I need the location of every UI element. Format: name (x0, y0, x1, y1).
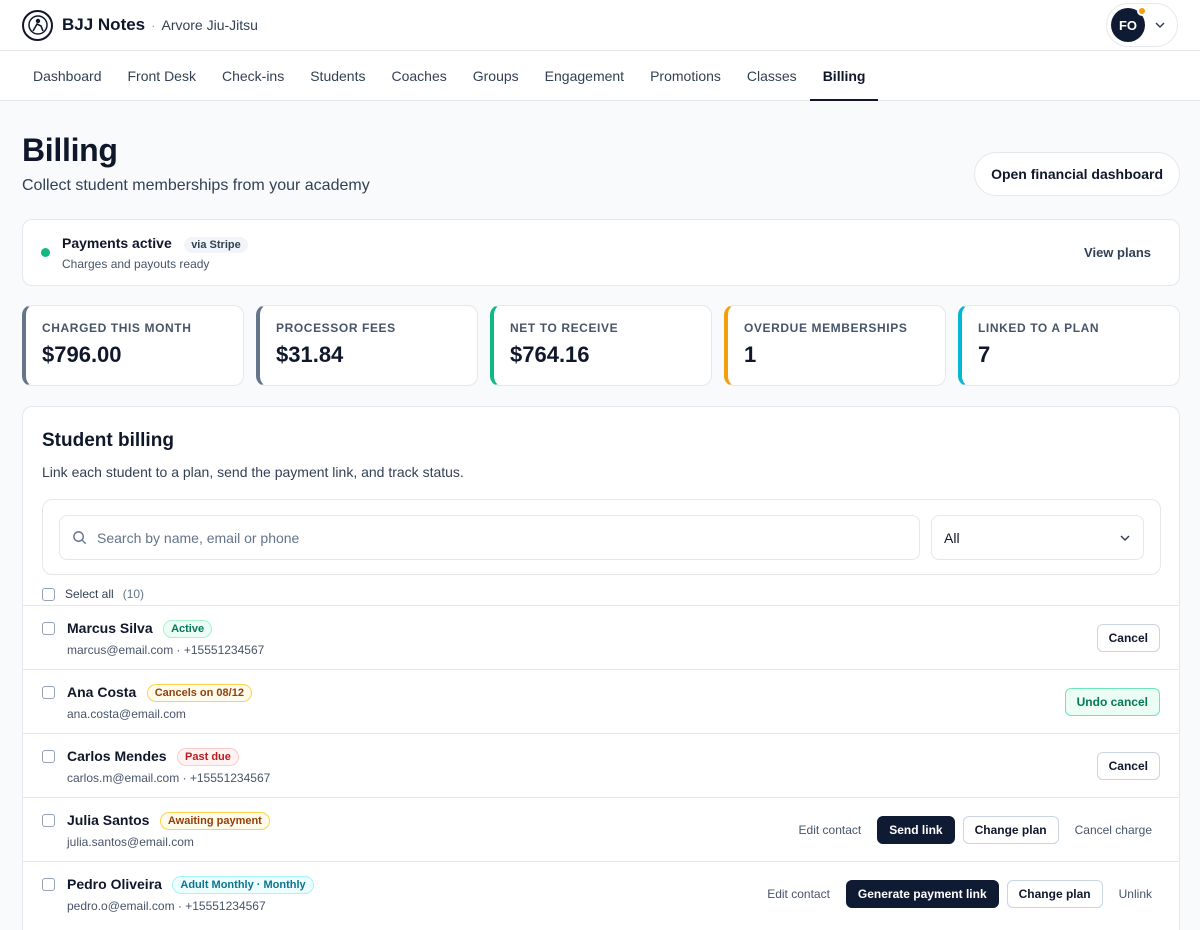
tab-billing[interactable]: Billing (809, 51, 879, 101)
status-filter-select[interactable]: All (931, 515, 1144, 560)
stat-charged-this-month: CHARGED THIS MONTH $796.00 (22, 305, 244, 386)
cancel-charge-button[interactable]: Cancel charge (1067, 823, 1160, 837)
send-link-button[interactable]: Send link (877, 815, 955, 844)
page-header: Billing Collect student memberships from… (22, 132, 370, 195)
search-icon (73, 531, 87, 545)
view-plans-link[interactable]: View plans (1084, 245, 1151, 260)
student-row: Julia Santos Awaiting payment julia.sant… (23, 797, 1179, 861)
stat-label: LINKED TO A PLAN (978, 321, 1100, 335)
tab-dashboard[interactable]: Dashboard (20, 51, 115, 100)
row-checkbox[interactable] (42, 622, 55, 635)
student-contact: carlos.m@email.com · +15551234567 (67, 771, 271, 785)
stat-net-to-receive: NET TO RECEIVE $764.16 (490, 305, 712, 386)
unlink-button[interactable]: Unlink (1111, 887, 1160, 901)
edit-contact-button[interactable]: Edit contact (791, 823, 870, 837)
open-financial-dashboard-button[interactable]: Open financial dashboard (974, 152, 1180, 196)
notification-dot (1137, 6, 1147, 16)
student-row: Carlos Mendes Past due carlos.m@email.co… (23, 733, 1179, 797)
row-checkbox[interactable] (42, 878, 55, 891)
stat-value: 7 (978, 342, 991, 367)
student-name: Julia Santos (67, 812, 150, 828)
change-plan-button[interactable]: Change plan (1006, 879, 1103, 908)
search-input[interactable] (97, 529, 877, 546)
avatar[interactable]: FO (1111, 6, 1147, 42)
main-nav: Dashboard Front Desk Check-ins Students … (0, 51, 1200, 101)
avatar-initials: FO (1118, 17, 1138, 33)
stats-row: CHARGED THIS MONTH $796.00 PROCESSOR FEE… (22, 305, 1180, 386)
select-all-checkbox[interactable] (42, 587, 55, 601)
page-title: Billing (22, 132, 118, 168)
cancel-button[interactable]: Cancel (1096, 623, 1160, 652)
student-row: Ana Costa Cancels on 08/12 ana.costa@ema… (23, 669, 1179, 733)
payments-status-title: Payments active (62, 234, 172, 251)
cancel-button[interactable]: Cancel (1096, 751, 1160, 780)
student-name: Carlos Mendes (67, 748, 167, 764)
student-count: (10) (122, 587, 145, 601)
stat-processor-fees: PROCESSOR FEES $31.84 (256, 305, 478, 386)
student-row: Marcus Silva Active marcus@email.com · +… (23, 605, 1179, 669)
stat-overdue-memberships: OVERDUE MEMBERSHIPS 1 (724, 305, 946, 386)
row-checkbox[interactable] (42, 750, 55, 763)
status-indicator-icon (41, 248, 50, 257)
stat-label: PROCESSOR FEES (276, 321, 396, 335)
tab-students[interactable]: Students (297, 51, 378, 100)
student-contact: marcus@email.com · +15551234567 (67, 643, 265, 657)
academy-name: Arvore Jiu-Jitsu (161, 17, 258, 33)
section-subtitle: Link each student to a plan, send the pa… (42, 464, 464, 480)
stat-label: CHARGED THIS MONTH (42, 321, 192, 335)
generate-payment-link-button[interactable]: Generate payment link (845, 879, 999, 908)
chevron-down-icon (1120, 534, 1130, 541)
student-name: Pedro Oliveira (67, 876, 162, 892)
tab-coaches[interactable]: Coaches (378, 51, 459, 100)
stat-value: $31.84 (276, 342, 344, 367)
student-contact: julia.santos@email.com (67, 835, 194, 849)
stat-label: OVERDUE MEMBERSHIPS (744, 321, 908, 335)
tab-groups[interactable]: Groups (460, 51, 532, 100)
provider-badge: via Stripe (184, 236, 248, 253)
student-row: Pedro Oliveira Adult Monthly · Monthly p… (23, 861, 1179, 925)
row-checkbox[interactable] (42, 814, 55, 827)
status-filter-value: All (944, 529, 960, 546)
undo-cancel-button[interactable]: Undo cancel (1064, 687, 1160, 716)
stat-value: $796.00 (42, 342, 122, 367)
filter-bar: All (42, 499, 1161, 575)
plan-badge: Adult Monthly · Monthly (172, 876, 314, 894)
user-menu-button[interactable]: FO (1106, 3, 1178, 47)
payments-status-card: Payments active via Stripe Charges and p… (22, 219, 1180, 286)
stat-linked-to-plan: LINKED TO A PLAN 7 (958, 305, 1180, 386)
section-title: Student billing (42, 430, 174, 451)
stat-value: 1 (744, 342, 757, 367)
edit-contact-button[interactable]: Edit contact (759, 887, 838, 901)
status-badge: Cancels on 08/12 (146, 684, 252, 702)
student-contact: ana.costa@email.com (67, 707, 186, 721)
title-separator: · (151, 17, 156, 33)
tab-engagement[interactable]: Engagement (532, 51, 637, 100)
student-name: Marcus Silva (67, 620, 153, 636)
app-name[interactable]: BJJ Notes (62, 15, 145, 35)
student-name: Ana Costa (67, 684, 137, 700)
student-contact: pedro.o@email.com · +15551234567 (67, 899, 266, 913)
tab-classes[interactable]: Classes (734, 51, 810, 100)
row-checkbox[interactable] (42, 686, 55, 699)
tab-promotions[interactable]: Promotions (637, 51, 734, 100)
select-all-label: Select all (65, 587, 114, 601)
select-all-control[interactable]: Select all (10) (42, 587, 144, 601)
stat-value: $764.16 (510, 342, 590, 367)
student-list: Marcus Silva Active marcus@email.com · +… (23, 605, 1179, 925)
tab-front-desk[interactable]: Front Desk (115, 51, 209, 100)
top-bar: BJJ Notes · Arvore Jiu-Jitsu FO (0, 0, 1200, 51)
change-plan-button[interactable]: Change plan (962, 815, 1059, 844)
academy-logo-icon[interactable] (22, 9, 53, 41)
search-field[interactable] (59, 515, 920, 560)
payments-status-subtitle: Charges and payouts ready (62, 256, 210, 271)
status-badge: Active (163, 620, 213, 638)
chevron-down-icon[interactable] (1154, 19, 1166, 31)
status-badge: Awaiting payment (159, 812, 270, 830)
tab-check-ins[interactable]: Check-ins (209, 51, 297, 100)
status-badge: Past due (177, 748, 239, 766)
page-subtitle: Collect student memberships from your ac… (22, 177, 370, 194)
stat-label: NET TO RECEIVE (510, 321, 619, 335)
student-billing-panel: Student billing Link each student to a p… (22, 406, 1180, 930)
